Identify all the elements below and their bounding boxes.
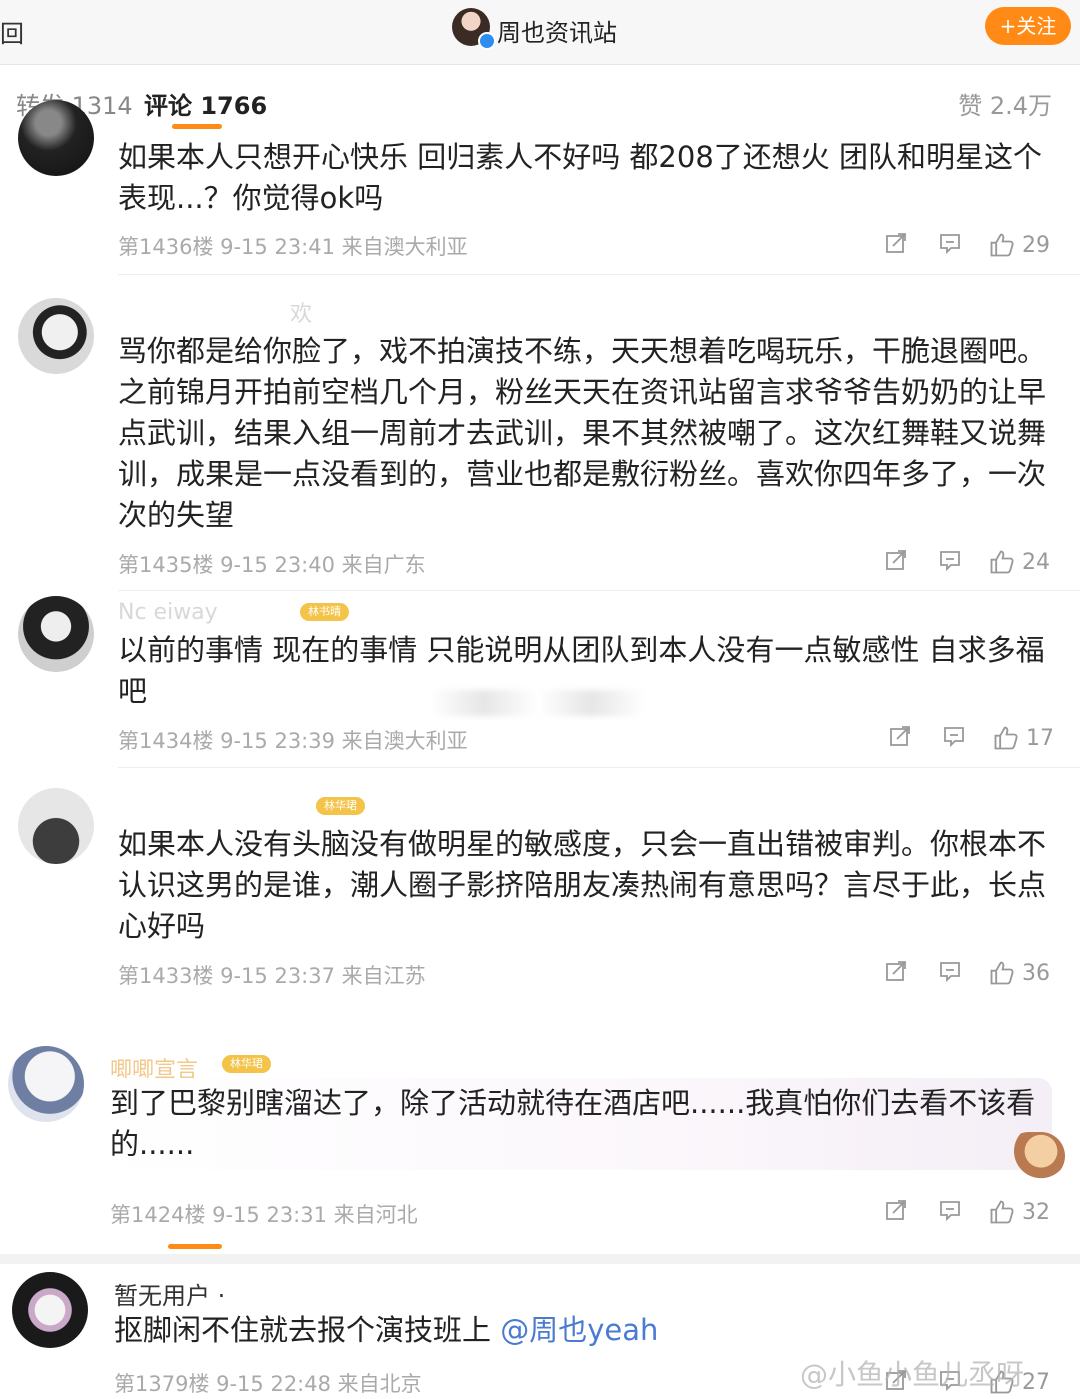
divider bbox=[118, 274, 1080, 275]
thumbs-up-icon bbox=[990, 550, 1014, 574]
watermark: @小鱼小鱼儿丞呀 bbox=[800, 1358, 1025, 1391]
comment-meta: 第1424楼 9-15 23:31 来自河北 bbox=[110, 1203, 418, 1227]
mention-link[interactable]: @周也yeah bbox=[500, 1313, 658, 1347]
section-gap bbox=[0, 1254, 1080, 1264]
like-count: 27 bbox=[1022, 1370, 1050, 1395]
like-button[interactable]: 17 bbox=[992, 724, 1054, 754]
active-tab-indicator bbox=[172, 124, 222, 129]
comment-text: 如果本人没有头脑没有做明星的敏感度，只会一直出错被审判。你根本不认识这男的是谁，… bbox=[118, 827, 1047, 943]
comment-actions: 29 bbox=[884, 231, 1052, 261]
fan-badge: 林华珺 bbox=[316, 797, 365, 815]
divider bbox=[118, 767, 1080, 768]
comment-text: 到了巴黎别瞎溜达了，除了活动就待在酒店吧......我真怕你们去看不该看的...… bbox=[110, 1086, 1036, 1161]
username[interactable]: 暂无用户 · bbox=[114, 1276, 225, 1311]
bubble-sticker-icon bbox=[1005, 1132, 1065, 1180]
tab-likes[interactable]: 赞 2.4万 bbox=[958, 86, 1052, 121]
blurred-overlay bbox=[430, 690, 645, 716]
thumbs-up-icon bbox=[990, 961, 1014, 985]
comment-meta: 第1434楼 9-15 23:39 来自澳大利亚 bbox=[118, 729, 468, 753]
comment-meta: 第1433楼 9-15 23:37 来自江苏 bbox=[118, 964, 426, 988]
like-count: 36 bbox=[1022, 961, 1050, 986]
comment-text: 如果本人只想开心快乐 回归素人不好吗 都208了还想火 团队和明星这个表现...… bbox=[118, 140, 1043, 215]
avatar[interactable] bbox=[12, 1272, 88, 1348]
thumbs-up-icon bbox=[994, 726, 1018, 750]
comment-actions: 36 bbox=[884, 959, 1052, 989]
comment-actions: 32 bbox=[884, 1198, 1052, 1228]
follow-button[interactable]: +关注 bbox=[985, 7, 1071, 45]
comment-meta: 第1379楼 9-15 22:48 来自北京 bbox=[114, 1372, 422, 1396]
like-button[interactable]: 36 bbox=[988, 959, 1052, 989]
like-button[interactable]: 29 bbox=[988, 231, 1052, 261]
like-button[interactable]: 32 bbox=[988, 1198, 1052, 1228]
tab-comments[interactable]: 评论 1766 bbox=[144, 86, 267, 121]
top-bar: 回 周也资讯站 +关注 bbox=[0, 0, 1080, 65]
comment-text-body: 抠脚闲不住就去报个演技班上 bbox=[114, 1313, 501, 1347]
username[interactable]: 欢 bbox=[290, 296, 312, 328]
comment-text: 抠脚闲不住就去报个演技班上 @周也yeah bbox=[114, 1310, 1044, 1351]
thumbs-up-icon bbox=[990, 1200, 1014, 1224]
comment-meta: 第1436楼 9-15 23:41 来自澳大利亚 bbox=[118, 235, 468, 259]
tab-bar: 转发 1314 评论 1766 bbox=[0, 66, 1080, 132]
like-count: 32 bbox=[1022, 1200, 1050, 1225]
divider bbox=[118, 590, 1080, 591]
comment-actions: 17 bbox=[888, 724, 1054, 754]
avatar[interactable] bbox=[18, 100, 94, 176]
avatar[interactable] bbox=[18, 298, 94, 374]
site-title[interactable]: 周也资讯站 bbox=[497, 13, 617, 48]
username[interactable]: Nc eiway bbox=[118, 600, 218, 625]
thumbs-up-icon bbox=[990, 233, 1014, 257]
avatar[interactable] bbox=[18, 596, 94, 672]
like-count: 17 bbox=[1026, 726, 1054, 751]
back-button[interactable]: 回 bbox=[0, 14, 24, 49]
comment-actions: 24 bbox=[884, 548, 1052, 578]
avatar[interactable] bbox=[18, 788, 94, 864]
verified-badge-icon bbox=[478, 32, 496, 50]
fan-badge: 林华珺 bbox=[222, 1055, 271, 1073]
like-button[interactable]: 24 bbox=[988, 548, 1052, 578]
like-count: 29 bbox=[1022, 233, 1050, 258]
comment-text: 骂你都是给你脸了，戏不拍演技不练，天天想着吃喝玩乐，干脆退圈吧。之前锦月开拍前空… bbox=[118, 334, 1047, 532]
avatar[interactable] bbox=[8, 1046, 84, 1122]
like-count: 24 bbox=[1022, 550, 1050, 575]
fan-badge: 林书晴 bbox=[300, 603, 349, 621]
comment-meta: 第1435楼 9-15 23:40 来自广东 bbox=[118, 553, 426, 577]
scroll-indicator bbox=[168, 1244, 222, 1249]
